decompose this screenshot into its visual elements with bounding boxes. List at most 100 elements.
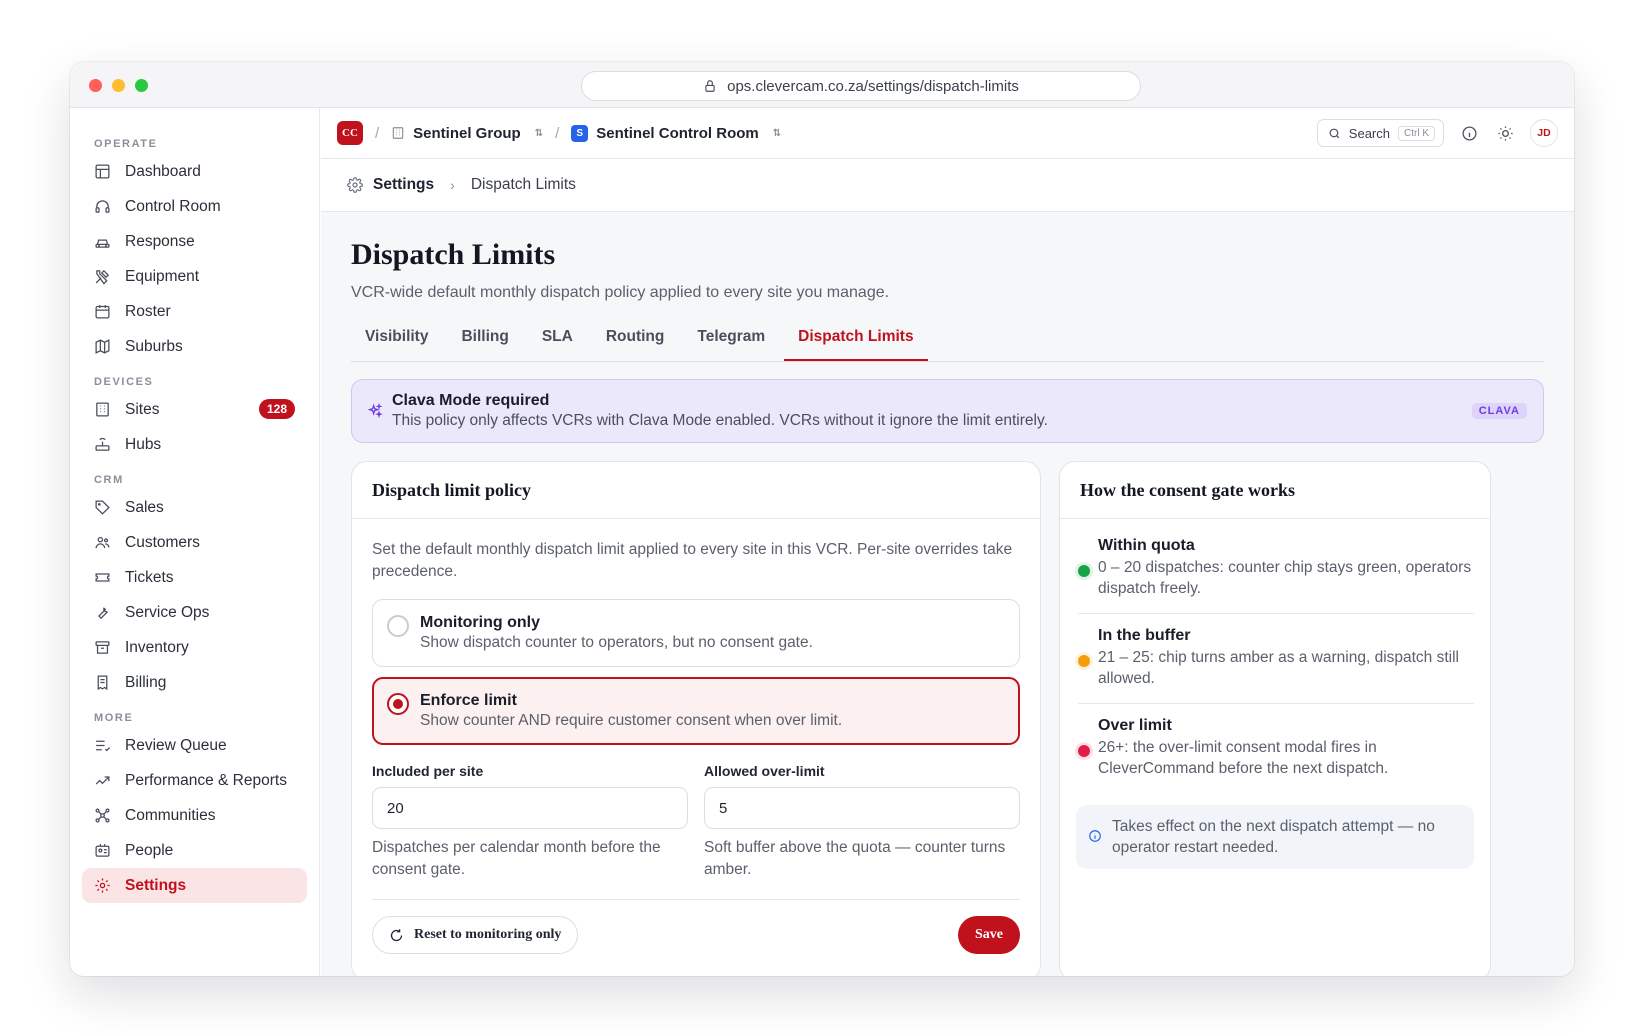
save-button[interactable]: Save [958, 916, 1020, 954]
close-window-button[interactable] [89, 79, 102, 92]
search-button[interactable]: Search Ctrl K [1316, 119, 1444, 147]
reset-icon [390, 928, 403, 941]
sidebar-item-sites[interactable]: Sites 128 [82, 392, 307, 427]
calendar-icon [95, 305, 110, 319]
sidebar-item-settings[interactable]: Settings [82, 868, 307, 903]
breadcrumb-separator: / [375, 124, 380, 142]
policy-card-header: Dispatch limit policy [352, 462, 1040, 519]
policy-option-monitoring-only[interactable]: Monitoring only Show dispatch counter to … [372, 599, 1020, 667]
address-bar[interactable]: ops.clevercam.co.za/settings/dispatch-li… [581, 71, 1141, 101]
tab-billing[interactable]: Billing [447, 322, 522, 361]
sidebar-item-people[interactable]: People [82, 833, 307, 868]
chevron-updown-icon: ⇅ [772, 127, 782, 139]
sidebar-item-label: People [125, 841, 174, 859]
info-icon [1089, 830, 1101, 842]
tools-icon [95, 269, 110, 285]
sidebar-item-label: Billing [125, 673, 167, 691]
sidebar-item-communities[interactable]: Communities [82, 798, 307, 833]
sidebar-item-sales[interactable]: Sales [82, 490, 307, 525]
building-icon [392, 127, 404, 139]
sidebar-item-label: Communities [125, 806, 216, 824]
reset-button[interactable]: Reset to monitoring only [372, 916, 579, 954]
search-shortcut: Ctrl K [1398, 125, 1435, 141]
radio-button[interactable] [387, 693, 409, 715]
sidebar-item-service-ops[interactable]: Service Ops [82, 595, 307, 630]
gear-icon [347, 177, 363, 193]
included-hint: Dispatches per calendar month before the… [372, 839, 661, 878]
sidebar-section-title: MORE [94, 712, 134, 724]
gate-card-header: How the consent gate works [1060, 462, 1490, 519]
tab-routing[interactable]: Routing [592, 322, 679, 361]
sidebar-item-tickets[interactable]: Tickets [82, 560, 307, 595]
network-icon [95, 808, 110, 823]
sidebar-item-inventory[interactable]: Inventory [82, 630, 307, 665]
breadcrumb: Settings › Dispatch Limits [321, 159, 1574, 212]
sidebar-item-dashboard[interactable]: Dashboard [82, 154, 307, 189]
included-per-site-input[interactable] [372, 787, 688, 829]
sidebar-item-roster[interactable]: Roster [82, 294, 307, 329]
sidebar-item-suburbs[interactable]: Suburbs [82, 329, 307, 364]
sidebar-item-review-queue[interactable]: Review Queue [82, 728, 307, 763]
tab-sla[interactable]: SLA [528, 322, 587, 361]
sidebar-item-label: Tickets [125, 568, 174, 586]
avatar[interactable]: JD [1530, 119, 1558, 147]
users-icon [95, 536, 110, 549]
policy-description: Set the default monthly dispatch limit a… [372, 541, 1013, 580]
option-title: Enforce limit [420, 692, 517, 709]
option-description: Show counter AND require customer consen… [420, 712, 843, 729]
sidebar-item-label: Hubs [125, 435, 162, 453]
url-text: ops.clevercam.co.za/settings/dispatch-li… [727, 77, 1019, 95]
option-description: Show dispatch counter to operators, but … [420, 634, 813, 651]
tab-telegram[interactable]: Telegram [683, 322, 779, 361]
main-area: CC / Sentinel Group ⇅ / S Sentinel Contr… [321, 108, 1574, 976]
tab-visibility[interactable]: Visibility [351, 322, 442, 361]
allowed-over-limit-input[interactable] [704, 787, 1020, 829]
trend-icon [95, 776, 110, 785]
theme-toggle-button[interactable] [1494, 122, 1516, 144]
status-dot [1078, 565, 1090, 577]
policy-option-enforce-limit[interactable]: Enforce limit Show counter AND require cu… [372, 677, 1020, 745]
app-logo[interactable]: CC [337, 121, 363, 145]
sidebar-item-control-room[interactable]: Control Room [82, 189, 307, 224]
sidebar-item-performance-reports[interactable]: Performance & Reports [82, 763, 307, 798]
sidebar-item-equipment[interactable]: Equipment [82, 259, 307, 294]
overlimit-label: Allowed over-limit [704, 763, 825, 779]
gate-item-text: 26+: the over-limit consent modal fires … [1098, 739, 1389, 777]
room-switcher[interactable]: S Sentinel Control Room ⇅ [571, 124, 782, 142]
sidebar-item-billing[interactable]: Billing [82, 665, 307, 700]
sidebar-section-title: CRM [94, 474, 124, 486]
overlimit-field: Allowed over-limit Soft buffer above the… [704, 763, 1020, 881]
ticket-icon [95, 573, 110, 582]
maximize-window-button[interactable] [135, 79, 148, 92]
info-button[interactable] [1458, 122, 1480, 144]
minimize-window-button[interactable] [112, 79, 125, 92]
effect-note: Takes effect on the next dispatch attemp… [1076, 805, 1474, 869]
sidebar-item-response[interactable]: Response [82, 224, 307, 259]
sidebar-item-hubs[interactable]: Hubs [82, 427, 307, 462]
consent-gate-card: How the consent gate works Within quota 0… [1059, 461, 1491, 976]
sidebar: OPERATE Dashboard Control Room Response Equi… [70, 108, 320, 976]
breadcrumb-current: Dispatch Limits [470, 176, 576, 193]
id-card-icon [95, 844, 110, 857]
breadcrumb-settings[interactable]: Settings [373, 176, 434, 194]
sidebar-item-customers[interactable]: Customers [82, 525, 307, 560]
sidebar-item-label: Settings [125, 876, 187, 894]
sidebar-section-title: OPERATE [94, 138, 158, 150]
breadcrumb-separator: / [555, 124, 560, 142]
gate-item-text: 0 – 20 dispatches: counter chip stays gr… [1098, 559, 1472, 597]
sidebar-item-label: Roster [125, 302, 171, 320]
org-switcher[interactable]: Sentinel Group ⇅ [391, 125, 543, 142]
sidebar-item-label: Performance & Reports [125, 771, 287, 789]
sidebar-item-label: Dashboard [125, 162, 201, 180]
radio-button[interactable] [387, 615, 409, 637]
layout-icon [95, 164, 110, 179]
top-bar: CC / Sentinel Group ⇅ / S Sentinel Contr… [321, 108, 1574, 159]
clava-banner: Clava Mode required This policy only aff… [351, 379, 1544, 443]
room-name: Sentinel Control Room [596, 124, 759, 142]
tab-dispatch-limits[interactable]: Dispatch Limits [784, 322, 928, 361]
sparkles-icon [367, 403, 383, 418]
chevron-updown-icon: ⇅ [534, 127, 544, 139]
search-label: Search [1348, 125, 1390, 141]
gate-item-title: Within quota [1098, 537, 1195, 554]
banner-text: This policy only affects VCRs with Clava… [392, 412, 1048, 429]
